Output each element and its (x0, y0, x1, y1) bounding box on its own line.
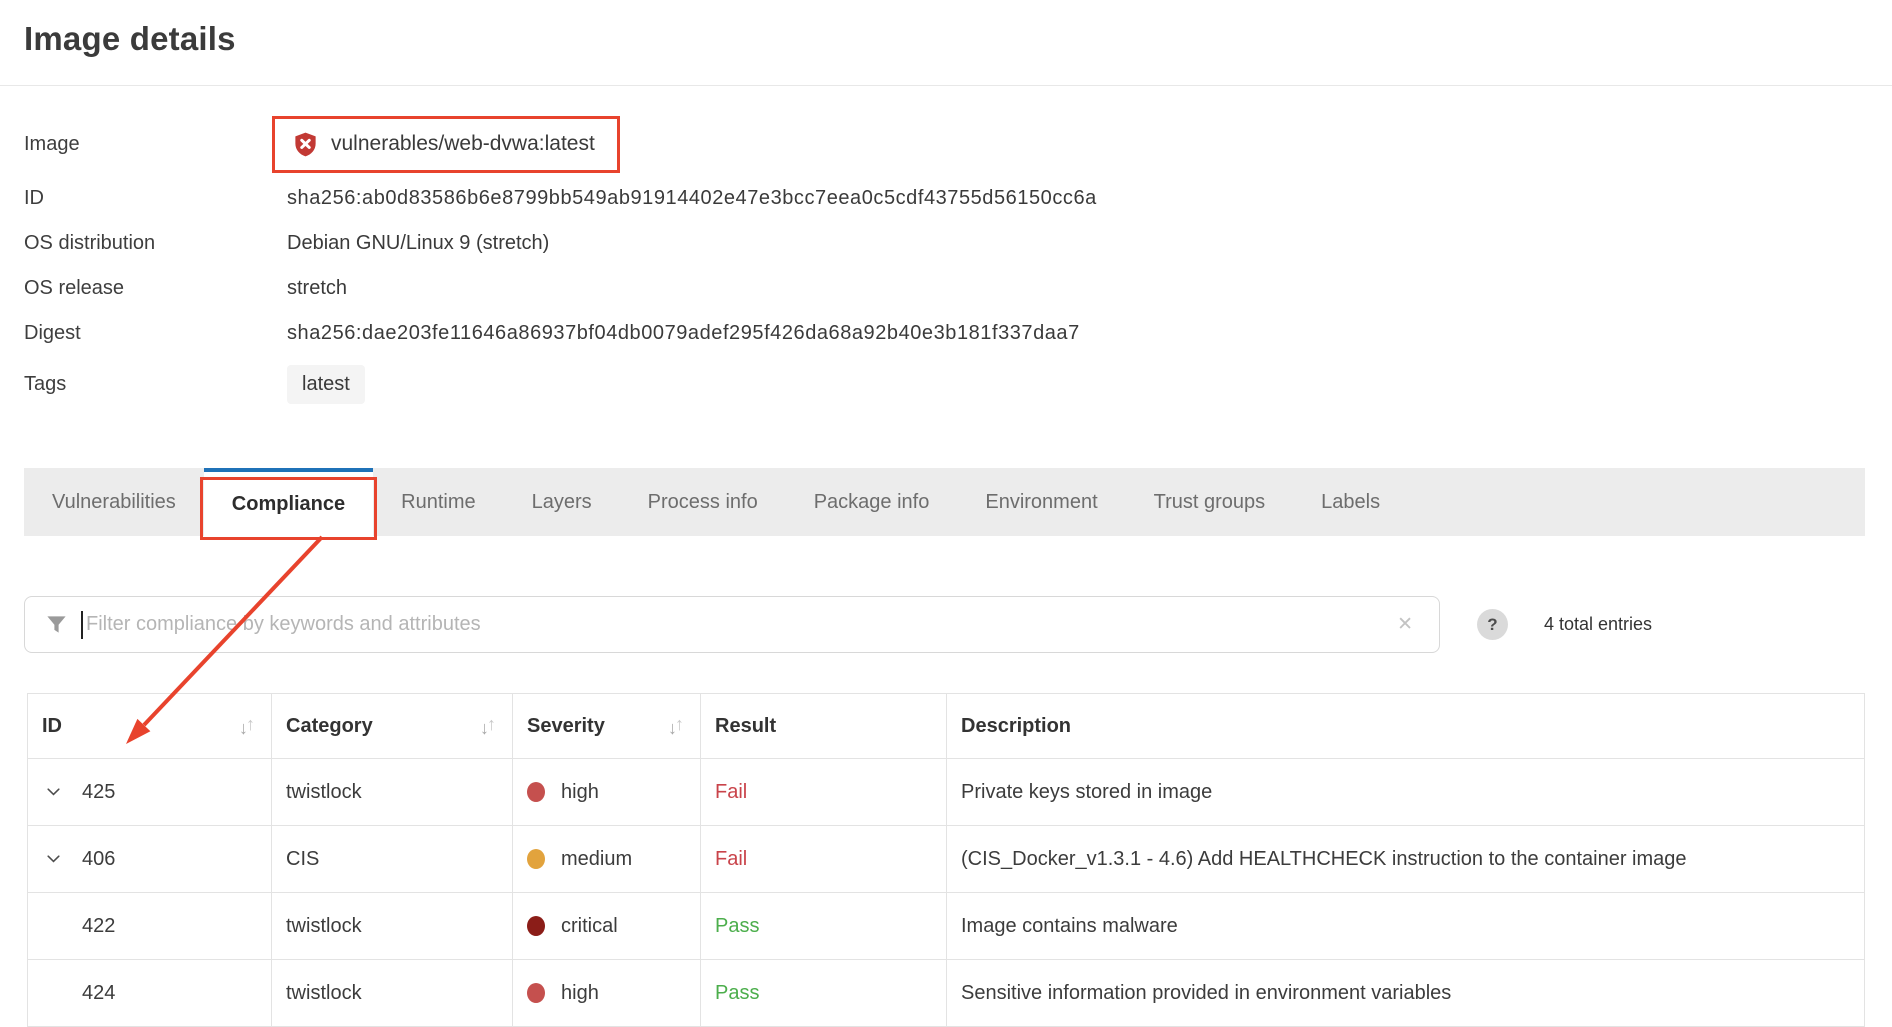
image-meta-section: Image vulnerables/web-dvwa:latest ID sha… (24, 112, 1892, 412)
tab-package-info[interactable]: Package info (786, 468, 958, 536)
tab-runtime[interactable]: Runtime (373, 468, 503, 536)
filter-funnel-icon (45, 613, 68, 636)
tab-compliance[interactable]: Compliance (204, 468, 373, 536)
severity-dot (527, 849, 545, 869)
page-title: Image details (24, 20, 1868, 58)
meta-row-tags: Tags latest (24, 356, 1892, 412)
sort-icon[interactable]: ↓↑ (239, 716, 253, 737)
table-row-425[interactable]: 425 twistlock high Fail Private keys sto… (28, 759, 1864, 826)
clear-filter-icon[interactable]: ✕ (1397, 613, 1413, 636)
category-cell: twistlock (272, 893, 513, 959)
severity-dot (527, 916, 545, 936)
vulnerable-shield-icon (292, 130, 319, 159)
table-header-row: ID ↓↑ Category ↓↑ Severity ↓↑ Result Des… (28, 694, 1864, 759)
tab-labels[interactable]: Labels (1293, 468, 1408, 536)
column-header-result: Result (701, 694, 947, 758)
meta-row-image: Image vulnerables/web-dvwa:latest (24, 112, 1892, 176)
result-badge: Fail (715, 848, 747, 871)
table-row-422[interactable]: 422 twistlock critical Pass Image contai… (28, 893, 1864, 960)
os-release-value: stretch (272, 277, 347, 300)
meta-row-os-release: OS release stretch (24, 266, 1892, 311)
tab-trust-groups[interactable]: Trust groups (1126, 468, 1294, 536)
compliance-id: 422 (82, 915, 115, 938)
severity-label: high (561, 982, 599, 1005)
severity-dot (527, 782, 545, 802)
meta-label: ID (24, 187, 272, 210)
total-entries-label: 4 total entries (1544, 614, 1652, 635)
tab-environment[interactable]: Environment (957, 468, 1125, 536)
description-cell: Private keys stored in image (947, 759, 1864, 825)
severity-label: medium (561, 848, 632, 871)
sort-icon[interactable]: ↓↑ (668, 716, 682, 737)
expand-chevron-down-icon[interactable] (47, 788, 69, 796)
compliance-filter-input[interactable]: Filter compliance by keywords and attrib… (24, 596, 1440, 653)
result-badge: Pass (715, 915, 759, 938)
tab-layers[interactable]: Layers (504, 468, 620, 536)
header-divider (0, 85, 1892, 86)
text-caret (81, 611, 83, 639)
severity-label: critical (561, 915, 618, 938)
column-header-id[interactable]: ID ↓↑ (28, 694, 272, 758)
expand-chevron-down-icon[interactable] (47, 855, 69, 863)
os-distribution-value: Debian GNU/Linux 9 (stretch) (272, 232, 549, 255)
meta-label: Tags (24, 373, 272, 396)
meta-row-digest: Digest sha256:dae203fe11646a86937bf04db0… (24, 311, 1892, 356)
table-row-424[interactable]: 424 twistlock high Pass Sensitive inform… (28, 960, 1864, 1027)
severity-label: high (561, 781, 599, 804)
image-details-tabbar: Vulnerabilities Compliance Runtime Layer… (24, 468, 1865, 536)
image-name: vulnerables/web-dvwa:latest (331, 132, 595, 156)
meta-row-os-distribution: OS distribution Debian GNU/Linux 9 (stre… (24, 221, 1892, 266)
help-icon[interactable]: ? (1477, 609, 1508, 640)
filter-placeholder: Filter compliance by keywords and attrib… (86, 613, 1397, 636)
meta-label: Image (24, 133, 272, 156)
meta-row-id: ID sha256:ab0d83586b6e8799bb549ab9191440… (24, 176, 1892, 221)
category-cell: twistlock (272, 759, 513, 825)
column-header-category[interactable]: Category ↓↑ (272, 694, 513, 758)
severity-dot (527, 983, 545, 1003)
meta-label: Digest (24, 322, 272, 345)
column-header-severity[interactable]: Severity ↓↑ (513, 694, 701, 758)
annotation-box-image: vulnerables/web-dvwa:latest (272, 116, 620, 173)
meta-label: OS distribution (24, 232, 272, 255)
compliance-table: ID ↓↑ Category ↓↑ Severity ↓↑ Result Des… (27, 693, 1865, 1027)
digest-value: sha256:dae203fe11646a86937bf04db0079adef… (272, 322, 1080, 345)
column-header-description: Description (947, 694, 1864, 758)
compliance-id: 425 (82, 781, 115, 804)
compliance-id: 424 (82, 982, 115, 1005)
category-cell: CIS (272, 826, 513, 892)
description-cell: (CIS_Docker_v1.3.1 - 4.6) Add HEALTHCHEC… (947, 826, 1864, 892)
table-row-406[interactable]: 406 CIS medium Fail (CIS_Docker_v1.3.1 -… (28, 826, 1864, 893)
filter-row: Filter compliance by keywords and attrib… (24, 596, 1865, 653)
category-cell: twistlock (272, 960, 513, 1026)
meta-label: OS release (24, 277, 272, 300)
image-id-value: sha256:ab0d83586b6e8799bb549ab91914402e4… (272, 187, 1097, 210)
page-header: Image details (0, 0, 1892, 85)
sort-icon[interactable]: ↓↑ (480, 716, 494, 737)
tab-vulnerabilities[interactable]: Vulnerabilities (24, 468, 204, 536)
tab-process-info[interactable]: Process info (620, 468, 786, 536)
result-badge: Pass (715, 982, 759, 1005)
description-cell: Sensitive information provided in enviro… (947, 960, 1864, 1026)
compliance-id: 406 (82, 848, 115, 871)
result-badge: Fail (715, 781, 747, 804)
description-cell: Image contains malware (947, 893, 1864, 959)
tag-badge-latest: latest (287, 365, 365, 404)
